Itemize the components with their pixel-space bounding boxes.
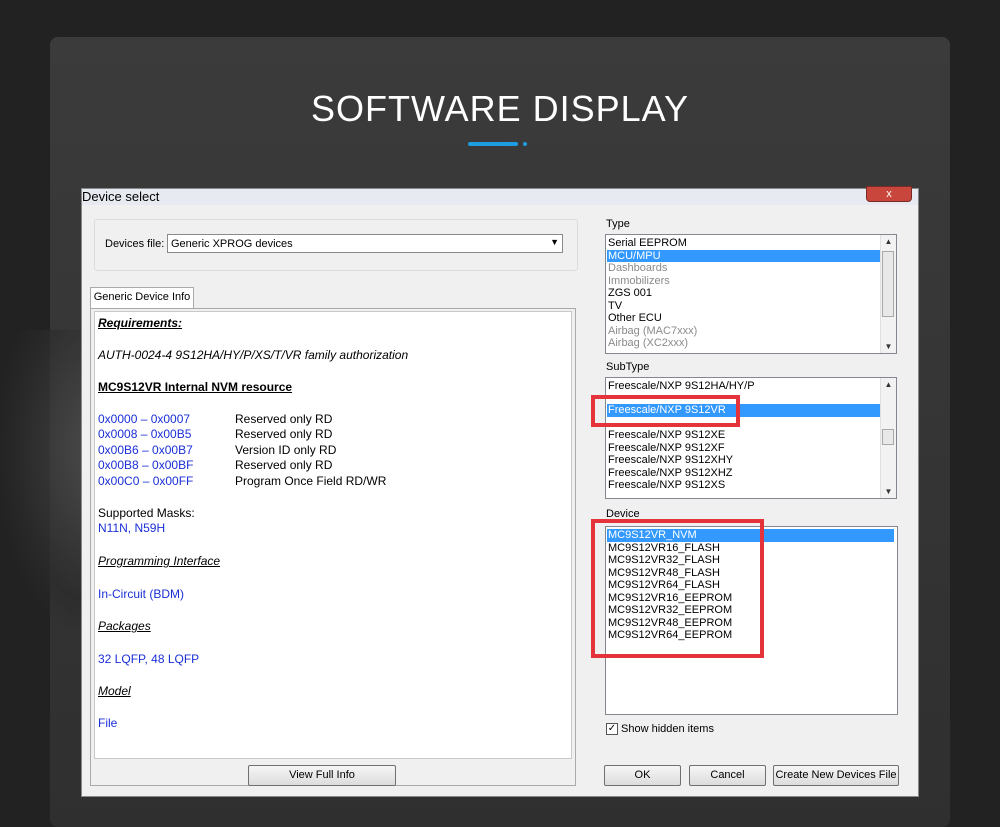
info-panel: Requirements: AUTH-0024-4 9S12HA/HY/P/XS… bbox=[90, 308, 576, 786]
tab-generic-device-info[interactable]: Generic Device Info bbox=[90, 287, 194, 308]
range-address: 0x0000 – 0x0007 bbox=[98, 412, 191, 426]
info-content: Requirements: AUTH-0024-4 9S12HA/HY/P/XS… bbox=[94, 311, 572, 759]
range-desc: Reserved only RD bbox=[235, 427, 333, 441]
triangle-up-icon[interactable]: ▲ bbox=[881, 237, 896, 246]
list-item[interactable]: Immobilizers bbox=[607, 275, 882, 288]
prog-heading: Programming Interface bbox=[98, 554, 221, 568]
scroll-thumb[interactable] bbox=[882, 251, 894, 317]
show-hidden-label: Show hidden items bbox=[621, 723, 714, 735]
auth-line: AUTH-0024-4 9S12HA/HY/P/XS/T/VR family a… bbox=[98, 348, 409, 362]
packages-value: 32 LQFP, 48 LQFP bbox=[98, 652, 200, 666]
range-address: 0x00B8 – 0x00BF bbox=[98, 458, 194, 472]
page-title: SOFTWARE DISPLAY bbox=[310, 88, 690, 129]
model-heading: Model bbox=[98, 684, 131, 698]
list-item[interactable]: Freescale/NXP 9S12XS bbox=[607, 479, 882, 492]
list-item[interactable]: TV bbox=[607, 300, 882, 313]
list-item[interactable]: Other ECU bbox=[607, 312, 882, 325]
list-item[interactable]: MCU/MPU bbox=[607, 249, 882, 262]
close-icon: x bbox=[886, 188, 892, 200]
list-item[interactable]: Dashboards bbox=[607, 262, 882, 275]
chevron-down-icon: ▼ bbox=[550, 237, 559, 247]
create-devices-file-button[interactable]: Create New Devices File bbox=[773, 765, 899, 786]
title-dot bbox=[523, 142, 527, 146]
titlebar: Device select x bbox=[82, 186, 918, 205]
requirements-heading: Requirements: bbox=[98, 316, 183, 330]
subtype-scrollbar[interactable]: ▲ ▼ bbox=[880, 378, 896, 498]
window-title: Device select bbox=[82, 189, 160, 204]
list-item[interactable]: Freescale/NXP 9S12HA/HY/P bbox=[607, 380, 882, 393]
nvm-heading: MC9S12VR Internal NVM resource bbox=[98, 380, 293, 394]
show-hidden-checkbox[interactable]: ✓ bbox=[606, 723, 618, 735]
list-item[interactable]: Serial EEPROM bbox=[607, 237, 882, 250]
ok-button[interactable]: OK bbox=[604, 765, 681, 786]
range-address: 0x0008 – 0x00B5 bbox=[98, 427, 192, 441]
scroll-thumb[interactable] bbox=[882, 429, 894, 445]
range-address: 0x00B6 – 0x00B7 bbox=[98, 443, 193, 457]
cancel-button[interactable]: Cancel bbox=[689, 765, 766, 786]
close-button[interactable]: x bbox=[866, 186, 912, 202]
devices-file-select[interactable]: Generic XPROG devices ▼ bbox=[167, 234, 563, 253]
devices-file-label: Devices file: bbox=[105, 238, 165, 250]
list-item[interactable]: ZGS 001 bbox=[607, 287, 882, 300]
model-value: File bbox=[98, 716, 118, 730]
device-highlight-box bbox=[591, 519, 764, 658]
subtype-highlight-box bbox=[591, 395, 740, 427]
list-item[interactable]: Freescale/NXP 9S12XHY bbox=[607, 454, 882, 467]
triangle-up-icon[interactable]: ▲ bbox=[881, 380, 896, 389]
range-desc: Program Once Field RD/WR bbox=[235, 474, 387, 488]
devices-file-group: Devices file: Generic XPROG devices ▼ bbox=[94, 219, 578, 271]
list-item[interactable]: Airbag (MAC7xxx) bbox=[607, 325, 882, 338]
subtype-label: SubType bbox=[606, 361, 650, 373]
title-underline bbox=[468, 142, 518, 146]
list-item[interactable]: Airbag (XC2xxx) bbox=[607, 337, 882, 350]
device-select-window: Device select x Devices file: Generic XP… bbox=[81, 186, 919, 797]
triangle-down-icon[interactable]: ▼ bbox=[881, 342, 896, 351]
list-item[interactable]: Freescale/NXP 9S12XF bbox=[607, 442, 882, 455]
checkmark-icon: ✓ bbox=[607, 723, 617, 734]
list-item[interactable]: Freescale/NXP 9S12XHZ bbox=[607, 467, 882, 480]
packages-heading: Packages bbox=[98, 619, 151, 633]
list-item[interactable]: Freescale/NXP 9S12XE bbox=[607, 429, 882, 442]
masks-value: N11N, N59H bbox=[98, 521, 166, 535]
range-address: 0x00C0 – 0x00FF bbox=[98, 474, 194, 488]
range-desc: Version ID only RD bbox=[235, 443, 337, 457]
triangle-down-icon[interactable]: ▼ bbox=[881, 487, 896, 496]
type-scrollbar[interactable]: ▲ ▼ bbox=[880, 235, 896, 353]
devices-file-value: Generic XPROG devices bbox=[171, 238, 293, 250]
type-list[interactable]: Serial EEPROM MCU/MPU Dashboards Immobil… bbox=[605, 234, 897, 354]
type-label: Type bbox=[606, 218, 630, 230]
view-full-info-button[interactable]: View Full Info bbox=[248, 765, 396, 786]
masks-label: Supported Masks: bbox=[98, 506, 195, 520]
prog-value: In-Circuit (BDM) bbox=[98, 587, 184, 601]
range-desc: Reserved only RD bbox=[235, 458, 333, 472]
range-desc: Reserved only RD bbox=[235, 412, 333, 426]
